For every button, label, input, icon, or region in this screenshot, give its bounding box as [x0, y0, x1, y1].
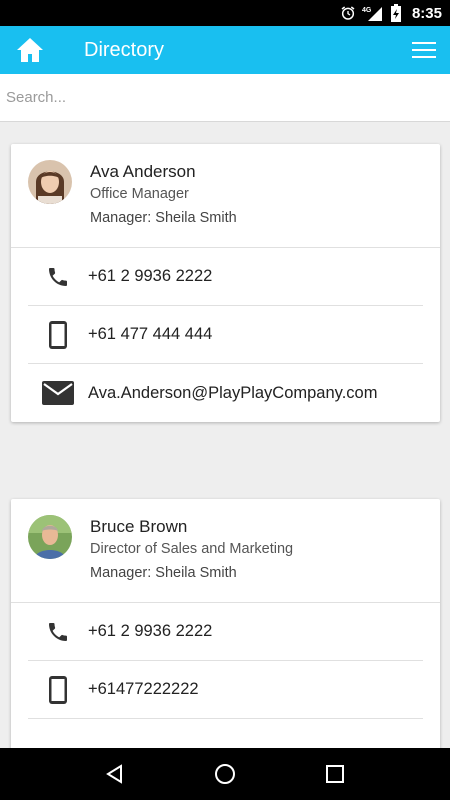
home-circle-icon — [215, 764, 235, 784]
status-time: 8:35 — [411, 4, 442, 22]
alarm-icon — [340, 5, 356, 21]
contact-title: Director of Sales and Marketing — [90, 541, 294, 557]
contact-manager: Manager: Sheila Smith — [90, 565, 237, 581]
home-icon — [17, 38, 43, 62]
mobile-row[interactable]: +61 477 444 444 — [28, 306, 423, 364]
back-triangle-icon — [106, 764, 122, 784]
contact-card-header: Ava Anderson Office Manager Manager: She… — [11, 144, 440, 248]
email-address: Ava.Anderson@PlayPlayCompany.com — [88, 383, 378, 402]
battery-charging-icon — [390, 4, 402, 22]
phone-number: +61 2 9936 2222 — [88, 622, 213, 640]
avatar — [28, 515, 72, 559]
contact-name: Bruce Brown — [90, 517, 188, 536]
svg-text:4G: 4G — [362, 7, 372, 14]
search-bar — [0, 74, 450, 122]
phone-row[interactable]: +61 2 9936 2222 — [28, 248, 423, 306]
contact-manager: Manager: Sheila Smith — [90, 210, 237, 226]
page-title: Directory — [84, 38, 165, 61]
contact-card[interactable]: Ava Anderson Office Manager Manager: She… — [11, 144, 440, 422]
contact-list[interactable]: Ava Anderson Office Manager Manager: She… — [0, 123, 450, 748]
avatar — [28, 160, 72, 204]
hamburger-menu-icon — [412, 42, 436, 58]
contact-title: Office Manager — [90, 186, 189, 202]
home-button[interactable] — [2, 26, 58, 74]
contact-card[interactable]: Bruce Brown Director of Sales and Market… — [11, 499, 440, 748]
mobile-number: +61477222222 — [88, 680, 199, 698]
mobile-phone-icon — [28, 675, 88, 705]
recents-square-icon — [326, 765, 344, 783]
app-bar: Directory — [0, 26, 450, 74]
contact-card-header: Bruce Brown Director of Sales and Market… — [11, 499, 440, 603]
signal-4g-icon: 4G — [362, 5, 384, 21]
email-icon — [28, 381, 88, 405]
home-nav-button[interactable] — [201, 750, 249, 798]
phone-icon — [28, 265, 88, 289]
recents-button[interactable] — [311, 750, 359, 798]
email-row[interactable]: Ava.Anderson@PlayPlayCompany.com — [28, 364, 423, 422]
back-button[interactable] — [91, 750, 139, 798]
phone-row[interactable]: +61 2 9936 2222 — [28, 603, 423, 661]
phone-icon — [28, 620, 88, 644]
mobile-phone-icon — [28, 320, 88, 350]
search-input[interactable] — [0, 74, 450, 121]
phone-number: +61 2 9936 2222 — [88, 267, 213, 285]
status-bar: 4G 8:35 — [0, 0, 450, 26]
mobile-row[interactable]: +61477222222 — [28, 661, 423, 719]
menu-button[interactable] — [398, 26, 450, 74]
system-nav-bar — [0, 748, 450, 800]
contact-name: Ava Anderson — [90, 162, 196, 181]
mobile-number: +61 477 444 444 — [88, 325, 213, 343]
